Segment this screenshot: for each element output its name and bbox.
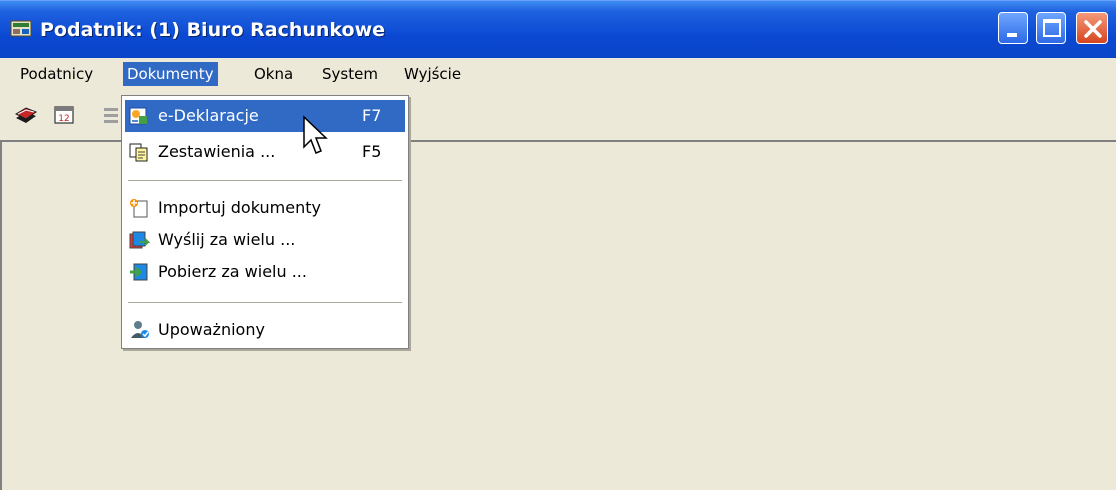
dokumenty-dropdown: e-Deklaracje F7 Zestawienia ... F5 Impor… [121,95,409,349]
mouse-cursor-icon [303,115,328,154]
importuj-label: Importuj dokumenty [158,198,321,217]
close-button[interactable] [1076,12,1108,44]
send-many-icon [129,231,150,249]
report-docs-icon [129,143,148,162]
maximize-button[interactable] [1036,12,1066,44]
title-bar[interactable]: Podatnik: (1) Biuro Rachunkowe [0,0,1116,58]
partially-hidden-icon[interactable] [100,104,120,126]
menu-okna[interactable]: Okna [250,62,297,86]
menu-podatnicy[interactable]: Podatnicy [16,62,97,86]
menu-system-label: System [322,65,378,83]
minimize-button[interactable] [998,12,1028,44]
download-many-icon [130,263,148,281]
menu-wyjscie[interactable]: Wyjście [400,62,465,86]
dropdown-item-pobierz[interactable]: Pobierz za wielu ... [125,256,405,288]
zestawienia-label: Zestawienia ... [158,142,276,161]
menu-dokumenty[interactable]: Dokumenty [123,62,218,86]
menu-wyjscie-label: Wyjście [404,65,462,83]
application-window: Podatnik: (1) Biuro Rachunkowe Podatnicy… [0,0,1116,490]
menu-podatnicy-label: Podatnicy [20,65,94,83]
e-deklaracje-shortcut: F7 [362,106,382,125]
svg-text:12: 12 [58,114,69,124]
app-icon[interactable] [10,18,32,38]
menu-bar: Podatnicy Dokumenty Okna System Wyjście [0,58,1116,90]
e-declaration-icon [129,107,147,125]
minimize-icon [1007,33,1017,37]
maximize-icon [1043,19,1061,37]
authorized-person-icon [131,321,149,338]
dropdown-item-upowazniony[interactable]: Upoważniony [125,314,405,346]
e-deklaracje-label: e-Deklaracje [158,106,259,125]
menu-dokumenty-label: Dokumenty [127,65,214,83]
pobierz-label: Pobierz za wielu ... [158,262,307,281]
dropdown-item-wyslij[interactable]: Wyślij za wielu ... [125,224,405,256]
dropdown-separator [128,180,402,181]
dropdown-item-importuj[interactable]: Importuj dokumenty [125,192,405,224]
window-title: Podatnik: (1) Biuro Rachunkowe [40,19,386,41]
menu-system[interactable]: System [318,62,382,86]
zestawienia-shortcut: F5 [362,142,382,161]
stack-books-icon[interactable] [14,104,38,126]
menu-okna-label: Okna [254,65,294,83]
dropdown-separator [128,302,402,303]
calendar-icon[interactable]: 12 [52,104,76,126]
import-doc-icon [130,199,148,218]
dropdown-item-e-deklaracje[interactable]: e-Deklaracje F7 [125,100,405,132]
wyslij-label: Wyślij za wielu ... [158,230,296,249]
close-icon [1084,20,1102,38]
upowazniony-label: Upoważniony [158,320,265,339]
dropdown-item-zestawienia[interactable]: Zestawienia ... F5 [125,136,405,168]
